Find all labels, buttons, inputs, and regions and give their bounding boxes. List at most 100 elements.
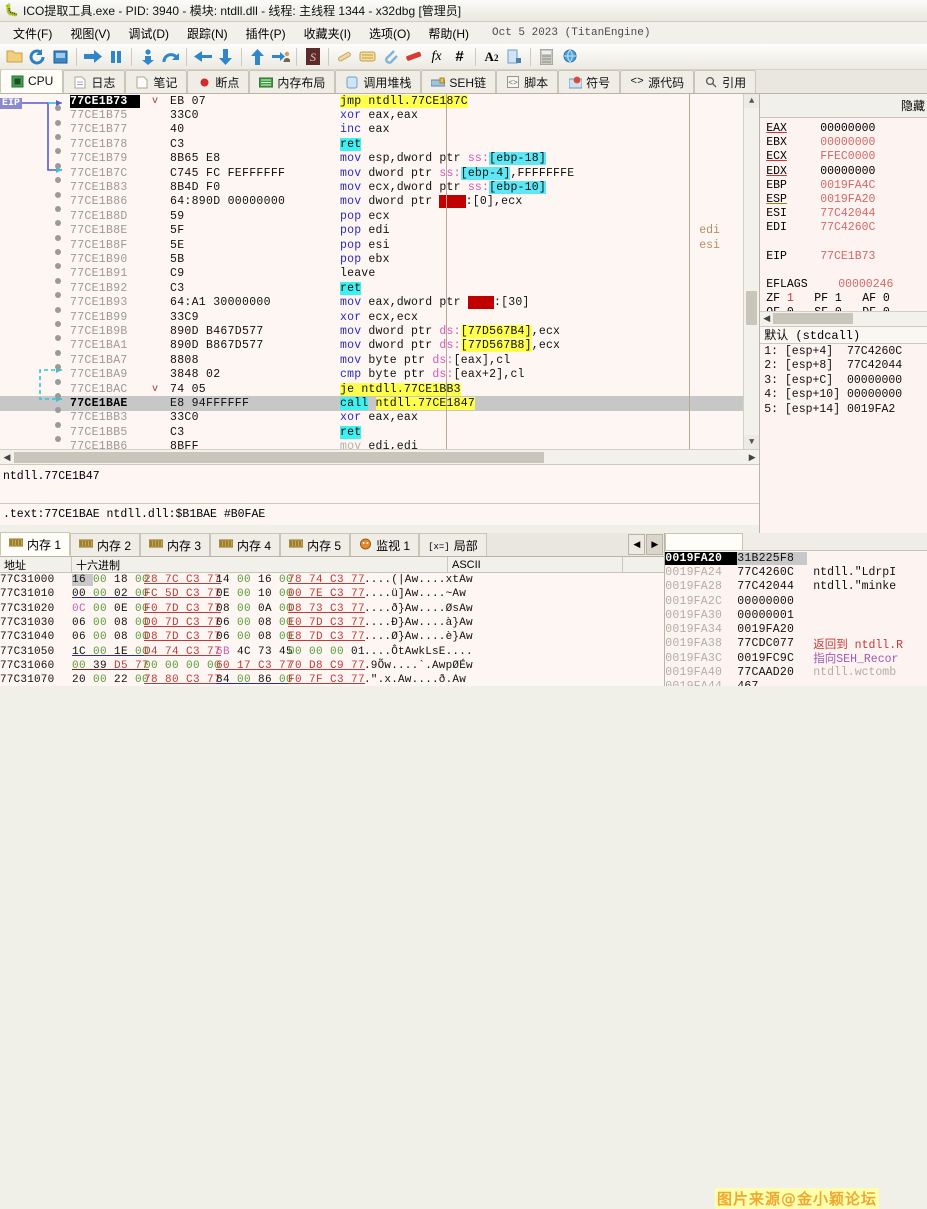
stack-value[interactable]: 00000001 — [737, 609, 807, 622]
dump-hex-byte[interactable]: C3 — [330, 588, 351, 600]
dump-row[interactable]: 77C31040 06 00 08 00 D8 7D C3 77 06 00 08 0… — [0, 630, 664, 644]
dump-hex-byte[interactable]: 00 — [93, 674, 114, 686]
dump-hex-byte[interactable]: F0 — [288, 674, 309, 686]
dump-row[interactable]: 77C31060 00 39 D5 77 00 00 00 00 60 17 C3 7… — [0, 659, 664, 673]
dump-hex-byte[interactable]: 00 — [186, 660, 207, 672]
disassembly-row[interactable]: 77CE1B8D 59 pop ecx — [0, 209, 759, 227]
dump-hex-byte[interactable]: 00 — [330, 646, 351, 658]
dump-hex-byte[interactable]: C3 — [186, 631, 207, 643]
dump-hex-group[interactable]: 6B 4C 73 45 — [216, 646, 293, 658]
dump-ascii[interactable]: .9Õw....`.AwpØÉw — [360, 660, 664, 672]
breakpoint-icon[interactable] — [403, 46, 424, 67]
menu-item-options[interactable]: 选项(O) — [360, 23, 419, 44]
scroll-down-icon[interactable]: ▼ — [744, 435, 760, 449]
function-icon[interactable]: fx — [426, 46, 447, 67]
tab-notes[interactable]: 笔记 — [125, 70, 188, 93]
breakpoint-dot-icon[interactable] — [55, 349, 61, 356]
stack-row[interactable]: 0019FA24 77C4260C ntdll."LdrpI — [665, 565, 927, 579]
stack-address[interactable]: 0019FA38 — [665, 637, 737, 650]
dump-hex-group[interactable]: 06 00 08 00 — [216, 631, 293, 643]
dump-hex-group[interactable]: 00 7E C3 77 — [288, 588, 365, 600]
registers-hscrollbar[interactable]: ◀ — [760, 310, 927, 326]
dump-hex-byte[interactable]: 20 — [72, 674, 93, 686]
instruction-address[interactable]: 77CE1BB6 — [70, 440, 140, 449]
disassembly-row[interactable]: 77CE1B73 v EB 07 jmp ntdll.77CE187C — [0, 94, 759, 112]
dump-tab-watch-1[interactable]: 监视 1 — [350, 533, 420, 556]
disassembly-row[interactable]: 77CE1B8F 5E pop esi esi — [0, 238, 759, 256]
menu-item-help[interactable]: 帮助(H) — [419, 23, 478, 44]
dump-ascii[interactable]: .".x.Aw....ð.Aw — [360, 674, 664, 686]
dump-hex-group[interactable]: 78 74 C3 77 — [288, 574, 365, 586]
dump-hex-byte[interactable]: C3 — [186, 588, 207, 600]
instruction-address[interactable]: 77CE1B75 — [70, 109, 140, 122]
dump-hex-byte[interactable]: 1E — [114, 646, 135, 658]
dump-hex-byte[interactable]: 1C — [72, 646, 93, 658]
disassembly-row[interactable]: 77CE1B83 8B4D F0 mov ecx,dword ptr ss:[ebp… — [0, 180, 759, 198]
dump-row[interactable]: 77C31050 1C 00 1E 00 D4 74 C3 77 6B 4C 73 4… — [0, 644, 664, 658]
dump-hex-byte[interactable]: C3 — [330, 617, 351, 629]
disassembly-row[interactable]: 77CE1B75 33C0 xor eax,eax — [0, 108, 759, 126]
dump-hex-byte[interactable]: 7F — [309, 674, 330, 686]
instruction-address[interactable]: 77CE1B8D — [70, 210, 140, 223]
patch-icon[interactable] — [334, 46, 355, 67]
tab-memory-layout[interactable]: 内存布局 — [249, 70, 336, 93]
stack-rows[interactable]: 0019FA20 31B225F8 0019FA24 77C4260C ntdll."L… — [665, 551, 927, 686]
column-splitter[interactable] — [446, 94, 447, 449]
breakpoint-dot-icon[interactable] — [55, 393, 61, 399]
dump-hex-byte[interactable]: 00 — [93, 631, 114, 643]
dump-col-address[interactable]: 地址 — [0, 556, 72, 573]
dump-ascii[interactable]: ....Ø}Aw....è}Aw — [360, 631, 664, 643]
dump-hex-byte[interactable]: D5 — [114, 660, 135, 672]
instruction-address[interactable]: 77CE1BA1 — [70, 339, 140, 352]
dump-hex-group[interactable]: FC 5D C3 77 — [144, 588, 221, 600]
dump-hex-byte[interactable]: 73 — [309, 603, 330, 615]
dump-hex-byte[interactable]: 70 — [288, 660, 309, 672]
register-value[interactable]: 77C4260C — [820, 221, 875, 235]
stack-row[interactable]: 0019FA44467 — [665, 680, 927, 686]
tab-cpu[interactable]: CPU — [0, 70, 64, 93]
dump-hex-byte[interactable]: 78 — [288, 574, 309, 586]
restart-icon[interactable] — [27, 46, 48, 67]
breakpoint-dot-icon[interactable] — [55, 306, 61, 313]
menu-item-favourites[interactable]: 收藏夹(I) — [295, 23, 360, 44]
dump-hex-byte[interactable]: 14 — [216, 574, 237, 586]
dump-col-extra[interactable] — [623, 557, 664, 573]
breakpoint-dot-icon[interactable] — [55, 378, 61, 385]
argument-row[interactable]: 4: [esp+10] 00000000 — [764, 388, 927, 403]
stack-value[interactable]: 77C42044 — [737, 580, 807, 593]
dump-hex-byte[interactable]: 02 — [114, 588, 135, 600]
dump-ascii[interactable]: ....Ð}Aw....à}Aw — [360, 617, 664, 629]
dump-hex-byte[interactable]: 00 — [165, 660, 186, 672]
tab-seh[interactable]: SEH链 — [421, 70, 497, 93]
stack-address[interactable]: 0019FA34 — [665, 623, 737, 636]
dump-hex-byte[interactable]: 06 — [216, 631, 237, 643]
dump-hex-byte[interactable]: FC — [144, 588, 165, 600]
stack-address[interactable]: 0019FA40 — [665, 666, 737, 679]
step-out-icon[interactable] — [192, 46, 213, 67]
breakpoint-dot-icon[interactable] — [55, 162, 61, 169]
stack-address[interactable]: 0019FA30 — [665, 609, 737, 622]
dump-hex-byte[interactable]: 00 — [288, 646, 309, 658]
register-row[interactable]: EBP 0019FA4C — [766, 179, 927, 193]
instruction-address[interactable]: 77CE1BB5 — [70, 426, 140, 439]
disassembly-vscrollbar[interactable]: ▲ ▼ — [743, 94, 760, 449]
menu-item-trace[interactable]: 跟踪(N) — [178, 23, 237, 44]
stack-address[interactable]: 0019FA2C — [665, 595, 737, 608]
dump-tab-memory-1[interactable]: 内存 1 — [0, 532, 71, 556]
close-icon[interactable] — [50, 46, 71, 67]
dump-hex-group[interactable]: 00 00 02 00 — [72, 588, 149, 600]
dump-hex-group[interactable]: 20 00 22 00 — [72, 674, 149, 686]
dump-hex-byte[interactable]: 5D — [165, 588, 186, 600]
stack-row[interactable]: 0019FA34 0019FA20 — [665, 622, 927, 636]
dump-hex-group[interactable]: E0 7D C3 77 — [288, 617, 365, 629]
instruction-address[interactable]: 77CE1B9B — [70, 325, 140, 338]
dump-hex-byte[interactable]: 7D — [309, 631, 330, 643]
dump-hex-byte[interactable]: 22 — [114, 674, 135, 686]
dump-hex-byte[interactable]: 08 — [114, 617, 135, 629]
dump-tab-locals[interactable]: [x=] 局部 — [419, 533, 487, 556]
stack-value[interactable]: 77C4260C — [737, 566, 807, 579]
dump-hex-byte[interactable]: 00 — [237, 603, 258, 615]
register-row[interactable]: ECX FFEC0000 — [766, 150, 927, 164]
register-value[interactable]: FFEC0000 — [820, 150, 875, 164]
calculator-icon[interactable] — [536, 46, 557, 67]
